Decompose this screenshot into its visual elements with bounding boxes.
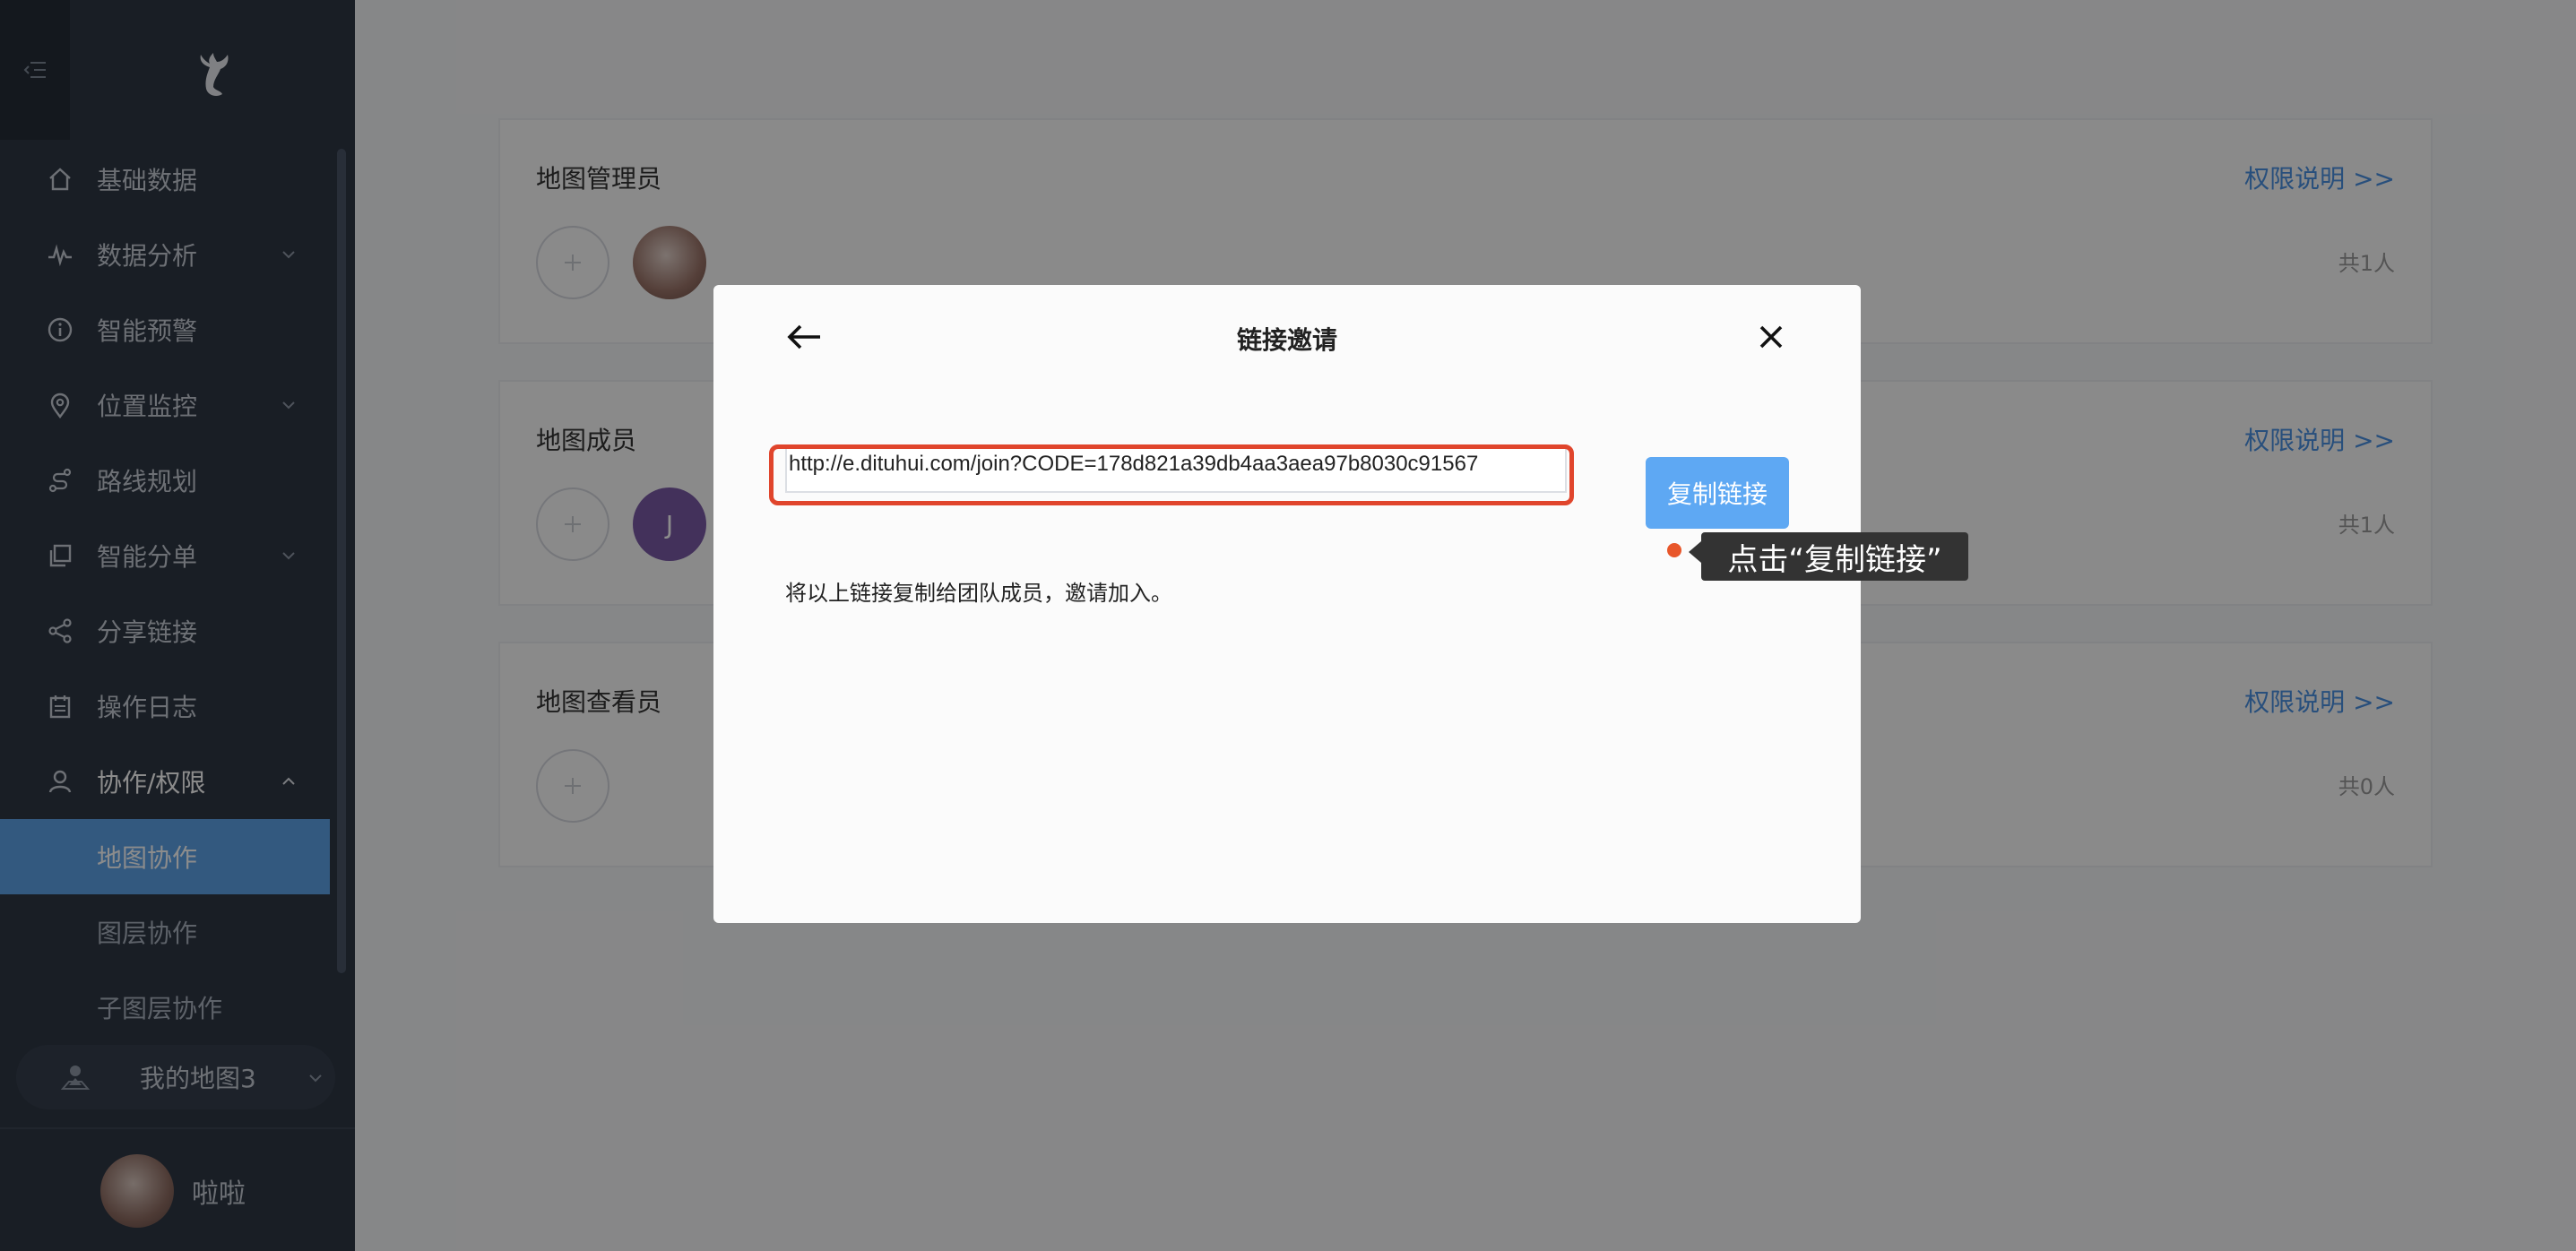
close-button[interactable]	[1753, 319, 1789, 355]
tooltip-marker	[1667, 543, 1681, 557]
tooltip: 点击“复制链接”	[1701, 532, 1968, 581]
close-icon	[1759, 325, 1783, 349]
dialog-title: 链接邀请	[1236, 325, 1337, 355]
highlight-annotation	[769, 444, 1574, 505]
tooltip-arrow	[1689, 541, 1701, 563]
invite-hint-text: 将以上链接复制给团队成员，邀请加入。	[785, 581, 1172, 606]
copy-link-button[interactable]: 复制链接	[1646, 457, 1789, 529]
link-invite-dialog: 链接邀请 http://e.dituhui.com/join?CODE=178d…	[713, 285, 1968, 923]
